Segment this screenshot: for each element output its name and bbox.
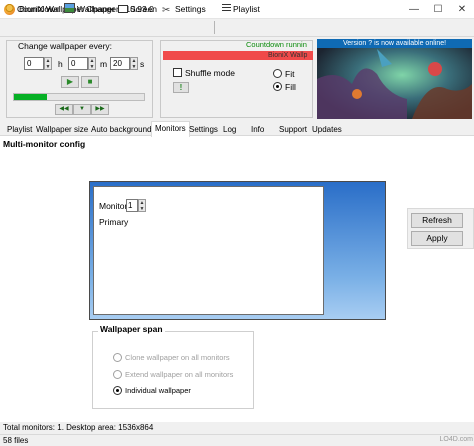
screen-icon: [118, 5, 128, 13]
tab-info[interactable]: Info: [248, 123, 267, 136]
extend-wallpaper-radio[interactable]: [113, 370, 122, 379]
toolbar-separator: [214, 21, 215, 34]
tab-auto-background[interactable]: Auto background: [88, 123, 155, 136]
seconds-unit: s: [140, 59, 145, 69]
primary-label: Primary: [99, 217, 129, 227]
seconds-input[interactable]: 20: [110, 57, 130, 70]
shuffle-checkbox[interactable]: [173, 68, 182, 77]
hours-unit: h: [58, 59, 63, 69]
monitor-number-spinner[interactable]: ▲ ▼: [138, 199, 146, 212]
previous-wallpaper-button[interactable]: ◀◀: [55, 104, 73, 115]
minutes-input[interactable]: 0: [68, 57, 88, 70]
minutes-unit: m: [100, 59, 108, 69]
hours-spinner[interactable]: ▲ ▼: [44, 57, 52, 70]
wallpaper-span-title: Wallpaper span: [98, 324, 165, 334]
tab-wallpaper-size[interactable]: Wallpaper size: [33, 123, 91, 136]
countdown-status: Countdown runnin: [246, 40, 307, 49]
info-button[interactable]: !: [173, 82, 189, 93]
toolbar: [0, 19, 474, 37]
refresh-button[interactable]: Refresh: [411, 213, 463, 228]
wallpaper-icon: [64, 3, 75, 13]
countdown-progress-bar: [13, 93, 145, 101]
individual-wallpaper-radio[interactable]: [113, 386, 122, 395]
watermark: LO4D.com: [439, 436, 473, 443]
wallpaper-preview[interactable]: [317, 39, 472, 119]
next-wallpaper-button[interactable]: ▶▶: [91, 104, 109, 115]
tab-log[interactable]: Log: [220, 123, 239, 136]
apply-button[interactable]: Apply: [411, 231, 463, 246]
individual-wallpaper-label: Individual wallpaper: [125, 386, 191, 395]
toolbar-playlist-button[interactable]: Playlist: [222, 2, 260, 16]
hours-input[interactable]: 0: [24, 57, 44, 70]
fit-radio[interactable]: [273, 69, 282, 78]
monitor-number-input[interactable]: 1: [126, 199, 138, 212]
toolbar-settings-button[interactable]: ✂ Settings: [162, 2, 206, 16]
status-bar-text: BioniX Wallp: [268, 52, 308, 59]
file-count: 58 files: [3, 436, 29, 445]
stop-button[interactable]: ■: [81, 76, 99, 88]
fill-label: Fill: [285, 82, 296, 92]
clone-wallpaper-radio[interactable]: [113, 353, 122, 362]
clone-wallpaper-label: Clone wallpaper on all monitors: [125, 353, 230, 362]
change-every-label: Change wallpaper every:: [16, 41, 115, 51]
tab-settings[interactable]: Settings: [186, 123, 221, 136]
toolbar-screen-button[interactable]: Screen: [118, 2, 157, 16]
progress-fill: [14, 94, 47, 100]
close-button[interactable]: ✕: [450, 1, 474, 18]
wallpaper-preview-image: [317, 39, 472, 119]
settings-icon: ✂: [162, 5, 171, 16]
fit-label: Fit: [285, 69, 295, 79]
play-button[interactable]: ▶: [61, 76, 79, 88]
countdown-icon: [4, 3, 15, 13]
toolbar-countdown-button[interactable]: Countdown: [4, 2, 60, 16]
shuffle-label: Shuffle mode: [185, 68, 235, 78]
tab-playlist[interactable]: Playlist: [4, 123, 35, 136]
tab-updates[interactable]: Updates: [309, 123, 345, 136]
playlist-icon: [222, 4, 231, 13]
seconds-spinner[interactable]: ▲ ▼: [130, 57, 138, 70]
monitor-summary: Total monitors: 1. Desktop area: 1536x86…: [3, 423, 154, 432]
fill-radio[interactable]: [273, 82, 282, 91]
menu-down-button[interactable]: ▼: [73, 104, 91, 115]
section-title: Multi-monitor config: [3, 139, 86, 149]
tab-monitors[interactable]: Monitors: [151, 121, 190, 137]
monitor-label: Monitor: [99, 201, 128, 211]
minimize-button[interactable]: —: [402, 1, 426, 18]
update-banner[interactable]: Version ? is now available online!: [317, 39, 472, 48]
toolbar-wallpaper-button[interactable]: Wallpaper: [64, 2, 115, 16]
tab-support[interactable]: Support: [276, 123, 310, 136]
minutes-spinner[interactable]: ▲ ▼: [88, 57, 96, 70]
maximize-button[interactable]: ☐: [426, 1, 450, 18]
extend-wallpaper-label: Extend wallpaper on all monitors: [125, 370, 234, 379]
